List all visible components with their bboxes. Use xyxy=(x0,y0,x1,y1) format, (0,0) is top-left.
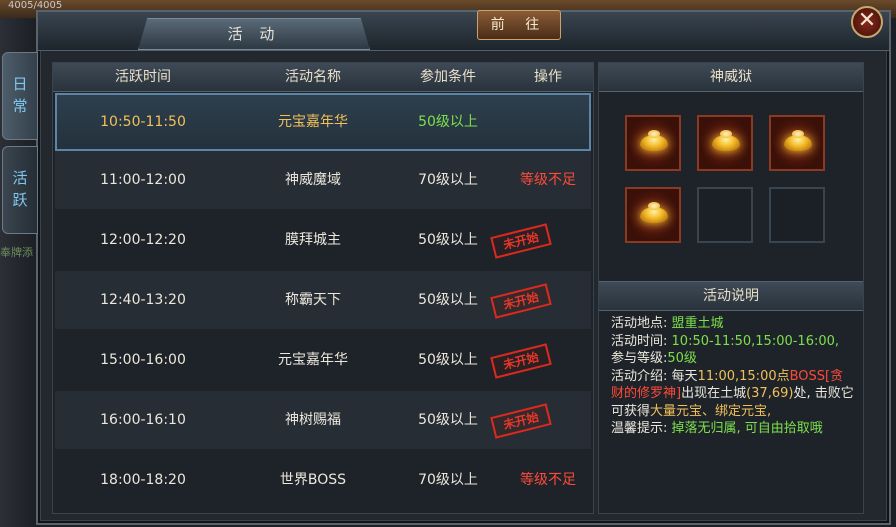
table-row[interactable]: 10:50-11:50 元宝嘉年华 50级以上 xyxy=(55,93,591,151)
table-row[interactable]: 18:00-18:20 世界BOSS 70级以上 等级不足 xyxy=(55,451,591,509)
tab-active-label: 活跃 xyxy=(12,169,28,209)
reward-slot-empty xyxy=(697,187,753,243)
go-button[interactable]: 前 往 xyxy=(477,10,561,40)
row-time: 12:40-13:20 xyxy=(100,292,186,308)
intro-time: 11:00,15:00点 xyxy=(697,368,790,384)
row-time: 16:00-16:10 xyxy=(100,412,186,428)
row-name: 神树赐福 xyxy=(285,412,341,428)
level-insufficient-label: 等级不足 xyxy=(520,472,576,488)
row-time: 18:00-18:20 xyxy=(100,472,186,488)
row-time: 12:00-12:20 xyxy=(100,232,186,248)
level-label: 参与等级: xyxy=(611,351,668,366)
gold-ingot-icon xyxy=(640,130,668,151)
row-condition: 50级以上 xyxy=(418,292,478,308)
intro-reward: 大量元宝、绑定元宝, xyxy=(650,403,772,419)
title-bar: 活 动 xyxy=(38,12,889,51)
row-name: 膜拜城主 xyxy=(285,232,341,248)
background-text: 奉牌添 xyxy=(0,246,33,259)
tab-daily-label: 日常 xyxy=(12,75,28,115)
activity-table: 活跃时间 活动名称 参加条件 操作 10:50-11:50 元宝嘉年华 50级以… xyxy=(52,62,594,514)
intro-text: 每天 xyxy=(671,368,698,384)
header-condition: 参加条件 xyxy=(420,69,476,85)
level-insufficient-label: 等级不足 xyxy=(520,172,576,188)
row-time: 15:00-16:00 xyxy=(100,352,186,368)
row-condition: 70级以上 xyxy=(418,172,478,188)
close-button[interactable]: ✕ xyxy=(851,6,883,38)
time-value: 10:50-11:50,15:00-16:00, xyxy=(671,333,840,349)
row-time: 10:50-11:50 xyxy=(100,114,186,130)
reward-slot-empty xyxy=(769,187,825,243)
row-condition: 50级以上 xyxy=(418,232,478,248)
reward-slot[interactable] xyxy=(625,115,681,171)
gold-ingot-icon xyxy=(712,130,740,151)
row-name: 元宝嘉年华 xyxy=(278,114,348,130)
row-condition: 70级以上 xyxy=(418,472,478,488)
header-time: 活跃时间 xyxy=(115,69,171,85)
gold-ingot-icon xyxy=(784,130,812,151)
row-condition: 50级以上 xyxy=(418,412,478,428)
description-title: 活动说明 xyxy=(599,281,863,311)
row-name: 世界BOSS xyxy=(279,472,347,488)
tip-label: 温馨提示: xyxy=(611,421,668,436)
activity-description: 活动地点: 盟重土城 活动时间: 10:50-11:50,15:00-16:00… xyxy=(611,315,855,438)
tip-value: 掉落无归属, 可自由拾取哦 xyxy=(671,421,823,436)
reward-panel-title: 神威狱 xyxy=(599,63,863,92)
row-time: 11:00-12:00 xyxy=(100,172,186,188)
table-header: 活跃时间 活动名称 参加条件 操作 xyxy=(53,63,593,92)
reward-slot[interactable] xyxy=(769,115,825,171)
reward-slot[interactable] xyxy=(625,187,681,243)
row-name: 元宝嘉年华 xyxy=(278,352,348,368)
table-row[interactable]: 11:00-12:00 神威魔域 70级以上 等级不足 xyxy=(55,151,591,209)
level-value: 50级 xyxy=(667,351,697,366)
intro-text: 出现在土城 xyxy=(681,386,747,401)
reward-slot[interactable] xyxy=(697,115,753,171)
row-condition: 50级以上 xyxy=(418,352,478,368)
location-label: 活动地点: xyxy=(611,316,668,331)
time-label: 活动时间: xyxy=(611,333,668,349)
tab-daily[interactable]: 日常 xyxy=(2,52,38,140)
location-value: 盟重土城 xyxy=(671,316,724,331)
reward-panel: 神威狱 活动说明 活动地点: 盟重土城 活动时间: 10:50-11:50,15… xyxy=(598,62,864,514)
header-name: 活动名称 xyxy=(285,69,341,85)
title-tab: 活 动 xyxy=(138,18,370,50)
gold-ingot-icon xyxy=(640,202,668,223)
row-name: 称霸天下 xyxy=(285,292,341,308)
tab-active[interactable]: 活跃 xyxy=(2,146,38,234)
row-condition: 50级以上 xyxy=(418,114,478,130)
row-name: 神威魔域 xyxy=(285,172,341,188)
window-title: 活 动 xyxy=(227,25,281,43)
intro-label: 活动介绍: xyxy=(611,368,668,384)
header-action: 操作 xyxy=(534,69,562,85)
intro-coordinates: (37,69) xyxy=(746,386,794,401)
